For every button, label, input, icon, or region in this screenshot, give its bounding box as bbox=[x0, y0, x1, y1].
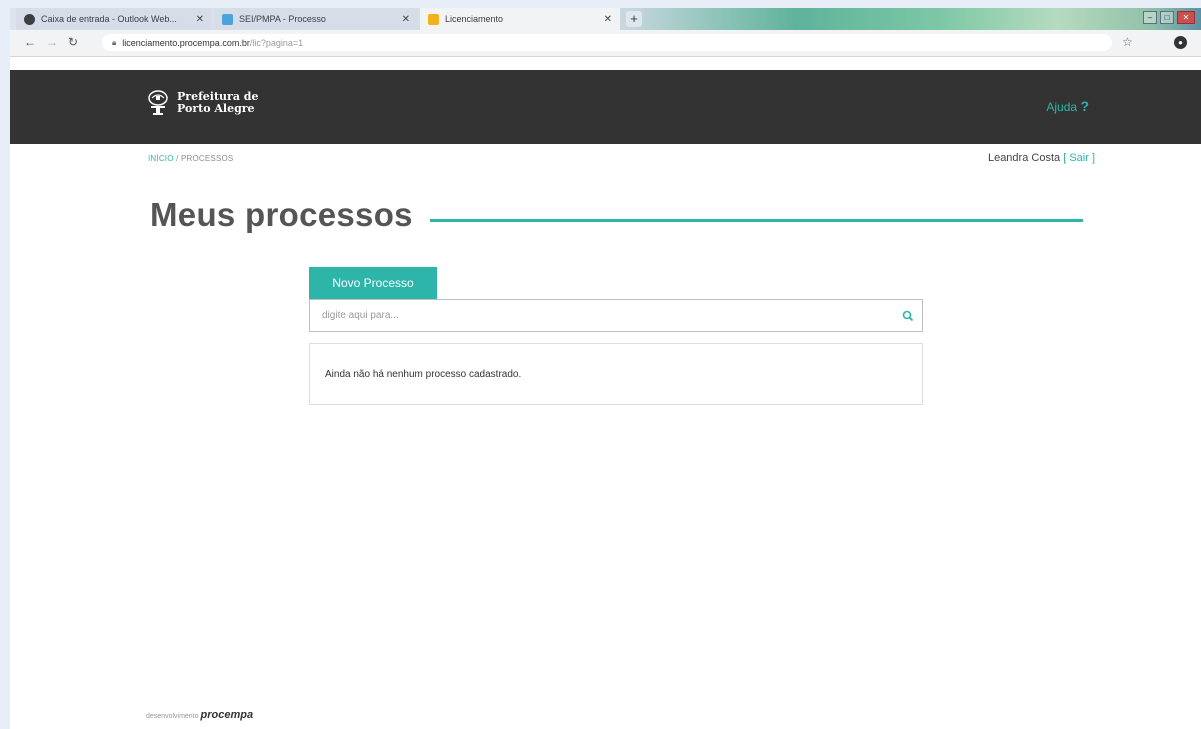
logout-bracket-close: ] bbox=[1091, 152, 1095, 164]
close-tab-icon[interactable]: ✕ bbox=[604, 14, 612, 25]
tab-title: SEI/PMPA - Processo bbox=[239, 14, 326, 24]
breadcrumb-separator: / bbox=[176, 154, 179, 163]
tab-title: Licenciamento bbox=[445, 14, 504, 24]
maximize-icon[interactable]: □ bbox=[1160, 11, 1174, 24]
logout-link[interactable]: [ Sair ] bbox=[1063, 152, 1095, 164]
close-tab-icon[interactable]: ✕ bbox=[196, 14, 204, 25]
new-tab-button[interactable]: + bbox=[626, 11, 642, 27]
help-label: Ajuda bbox=[1046, 100, 1078, 114]
new-process-button[interactable]: Novo Processo bbox=[309, 267, 437, 299]
search-input[interactable] bbox=[310, 309, 894, 322]
help-link[interactable]: Ajuda ? bbox=[1046, 98, 1089, 114]
site-header: Prefeitura de Porto Alegre Ajuda ? bbox=[10, 70, 1201, 144]
title-divider bbox=[430, 219, 1083, 222]
breadcrumb: INÍCIO / PROCESSOS bbox=[148, 154, 233, 163]
url-field[interactable]: 🔒︎ licenciamento.procempa.com.br/lic?pag… bbox=[102, 34, 1112, 51]
tab-sei[interactable]: SEI/PMPA - Processo ✕ bbox=[214, 8, 418, 30]
process-list: Ainda não há nenhum processo cadastrado. bbox=[309, 343, 923, 405]
footer: desenvolvimento procempa bbox=[146, 709, 253, 721]
forward-arrow-icon[interactable]: → bbox=[46, 35, 58, 49]
outlook-favicon-icon bbox=[24, 13, 35, 25]
url-path: /lic?pagina=1 bbox=[249, 37, 304, 48]
sei-favicon-icon bbox=[222, 13, 233, 25]
footer-dev-label: desenvolvimento bbox=[146, 713, 199, 720]
reload-icon[interactable]: ↻ bbox=[68, 35, 78, 49]
window-controls: – □ ✕ bbox=[1143, 11, 1195, 24]
browser-window: Caixa de entrada - Outlook Web... ✕ SEI/… bbox=[10, 8, 1201, 729]
search-box bbox=[309, 299, 923, 332]
logout-label: Sair bbox=[1069, 152, 1089, 164]
tab-title: Caixa de entrada - Outlook Web... bbox=[41, 14, 177, 24]
url-host: licenciamento.procempa.com.br bbox=[122, 37, 250, 48]
coat-of-arms-icon bbox=[148, 90, 168, 115]
prefeitura-logo[interactable]: Prefeitura de Porto Alegre bbox=[147, 90, 259, 116]
lock-icon: 🔒︎ bbox=[112, 37, 117, 47]
close-window-icon[interactable]: ✕ bbox=[1177, 11, 1195, 24]
account-icon[interactable]: ● bbox=[1174, 36, 1187, 49]
tab-outlook[interactable]: Caixa de entrada - Outlook Web... ✕ bbox=[16, 8, 212, 30]
help-question-icon: ? bbox=[1080, 98, 1089, 114]
search-icon[interactable] bbox=[894, 310, 922, 322]
breadcrumb-home[interactable]: INÍCIO bbox=[148, 154, 174, 163]
logo-line2: Porto Alegre bbox=[177, 102, 255, 115]
page-title: Meus processos bbox=[150, 196, 413, 233]
user-name: Leandra Costa bbox=[987, 152, 1061, 164]
procempa-logo[interactable]: procempa bbox=[201, 709, 254, 721]
logout-bracket-open: [ bbox=[1063, 152, 1067, 164]
close-tab-icon[interactable]: ✕ bbox=[402, 14, 410, 25]
empty-message: Ainda não há nenhum processo cadastrado. bbox=[325, 368, 522, 380]
user-info: Leandra Costa [ Sair ] bbox=[988, 152, 1095, 164]
tab-licenciamento[interactable]: Licenciamento ✕ bbox=[420, 8, 620, 30]
minimize-icon[interactable]: – bbox=[1143, 11, 1157, 24]
back-arrow-icon[interactable]: ← bbox=[24, 35, 36, 49]
licenciamento-favicon-icon bbox=[428, 13, 439, 25]
bookmark-star-icon[interactable]: ☆ bbox=[1122, 35, 1133, 49]
address-bar: ← → ↻ 🔒︎ licenciamento.procempa.com.br/l… bbox=[10, 30, 1201, 57]
tab-strip: Caixa de entrada - Outlook Web... ✕ SEI/… bbox=[10, 8, 1201, 30]
breadcrumb-current: PROCESSOS bbox=[180, 154, 234, 163]
